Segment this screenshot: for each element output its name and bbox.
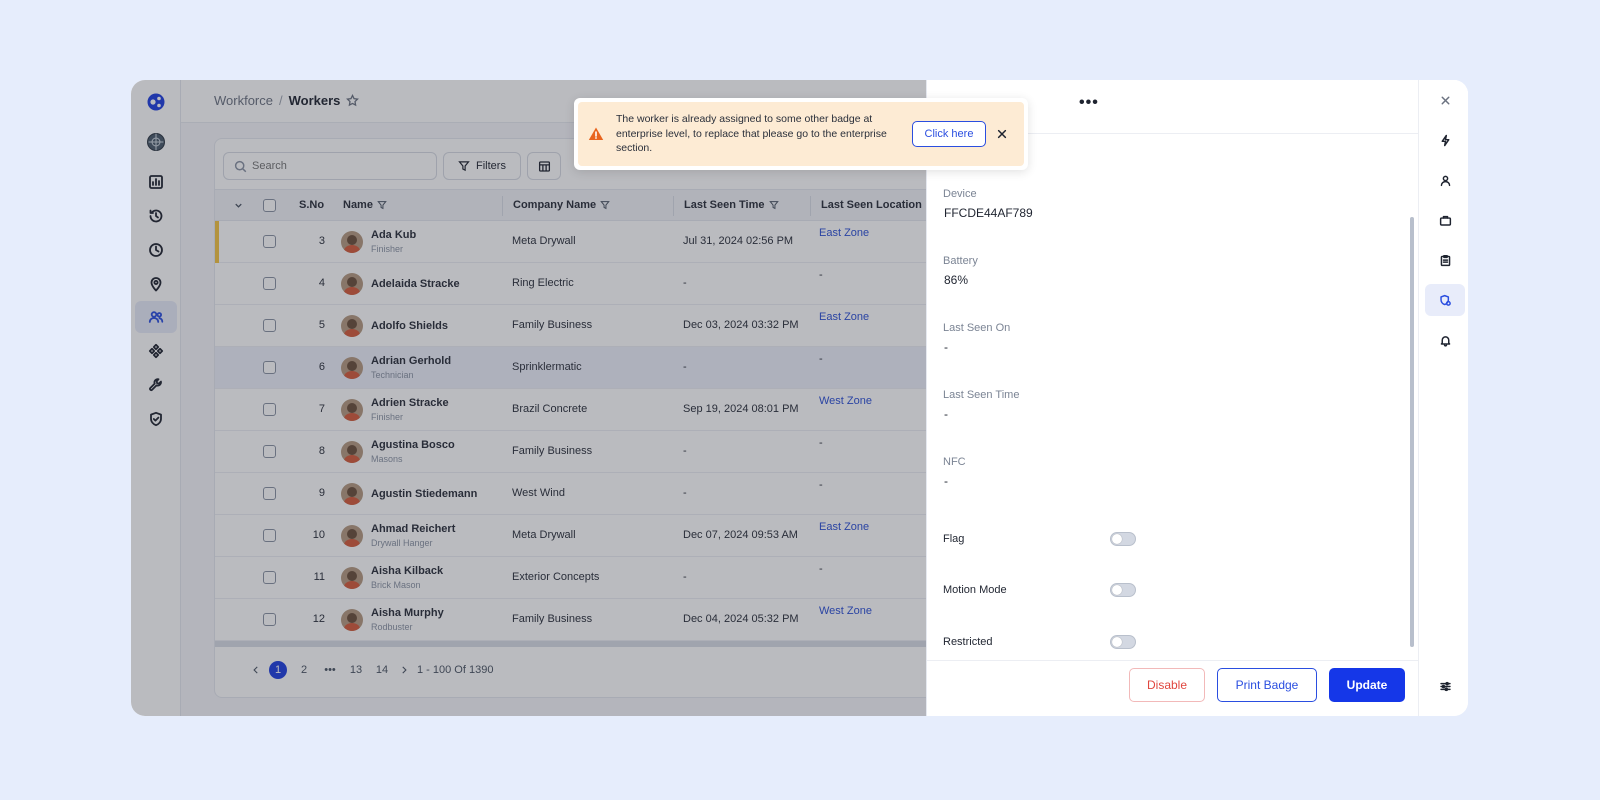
close-icon	[1441, 96, 1449, 104]
flag-label: Flag	[943, 533, 965, 545]
tab-badge-control[interactable]	[1425, 284, 1465, 316]
last-seen-time-label: Last Seen Time	[943, 389, 1020, 401]
warning-message: The worker is already assigned to some o…	[616, 113, 887, 154]
device-label: Device	[943, 188, 977, 200]
panel-scrollbar[interactable]	[1410, 217, 1414, 647]
battery-value: 86%	[944, 273, 969, 287]
flag-toggle[interactable]	[1110, 532, 1136, 546]
modal-backdrop[interactable]	[131, 80, 1057, 716]
battery-label: Battery	[943, 255, 978, 267]
bell-icon	[1440, 335, 1450, 347]
badge-shield-icon	[1439, 294, 1451, 306]
sliders-icon	[1439, 681, 1451, 691]
close-icon	[997, 129, 1007, 139]
app-window: Workforce / Workers Filters S.No	[131, 80, 1468, 716]
more-options-icon[interactable]: •••	[1079, 94, 1099, 112]
warning-toast: The worker is already assigned to some o…	[574, 98, 1028, 170]
tab-alerts[interactable]	[1425, 324, 1465, 356]
last-seen-on-label: Last Seen On	[943, 322, 1011, 334]
last-seen-time-value: -	[944, 407, 948, 421]
tab-activity[interactable]	[1425, 124, 1465, 156]
tab-company[interactable]	[1425, 204, 1465, 236]
lightning-icon	[1441, 134, 1449, 146]
tab-profile[interactable]	[1425, 164, 1465, 196]
nfc-value: -	[944, 474, 948, 488]
user-icon	[1440, 175, 1450, 186]
toast-close-button[interactable]	[996, 127, 1010, 141]
worker-detail-panel: hold ••• ontrol Device FFCDE44AF789 Batt…	[926, 80, 1419, 716]
click-here-button[interactable]: Click here	[912, 121, 986, 147]
restricted-toggle[interactable]	[1110, 635, 1136, 649]
restricted-label: Restricted	[943, 636, 993, 648]
motion-mode-toggle[interactable]	[1110, 583, 1136, 597]
nfc-label: NFC	[943, 456, 966, 468]
close-panel-button[interactable]	[1425, 84, 1465, 116]
panel-settings-button[interactable]	[1425, 670, 1465, 702]
disable-button[interactable]: Disable	[1129, 668, 1205, 702]
panel-tab-rail	[1418, 80, 1468, 716]
update-button[interactable]: Update	[1329, 668, 1405, 702]
warning-toast-body: The worker is already assigned to some o…	[578, 102, 1024, 166]
device-value: FFCDE44AF789	[944, 206, 1033, 220]
warning-triangle-icon	[588, 127, 604, 140]
clipboard-icon	[1440, 254, 1450, 266]
last-seen-on-value: -	[944, 340, 948, 354]
tab-documents[interactable]	[1425, 244, 1465, 276]
panel-footer: Disable Print Badge Update	[927, 660, 1419, 716]
briefcase-icon	[1439, 215, 1451, 226]
motion-mode-label: Motion Mode	[943, 584, 1007, 596]
print-badge-button[interactable]: Print Badge	[1217, 668, 1317, 702]
